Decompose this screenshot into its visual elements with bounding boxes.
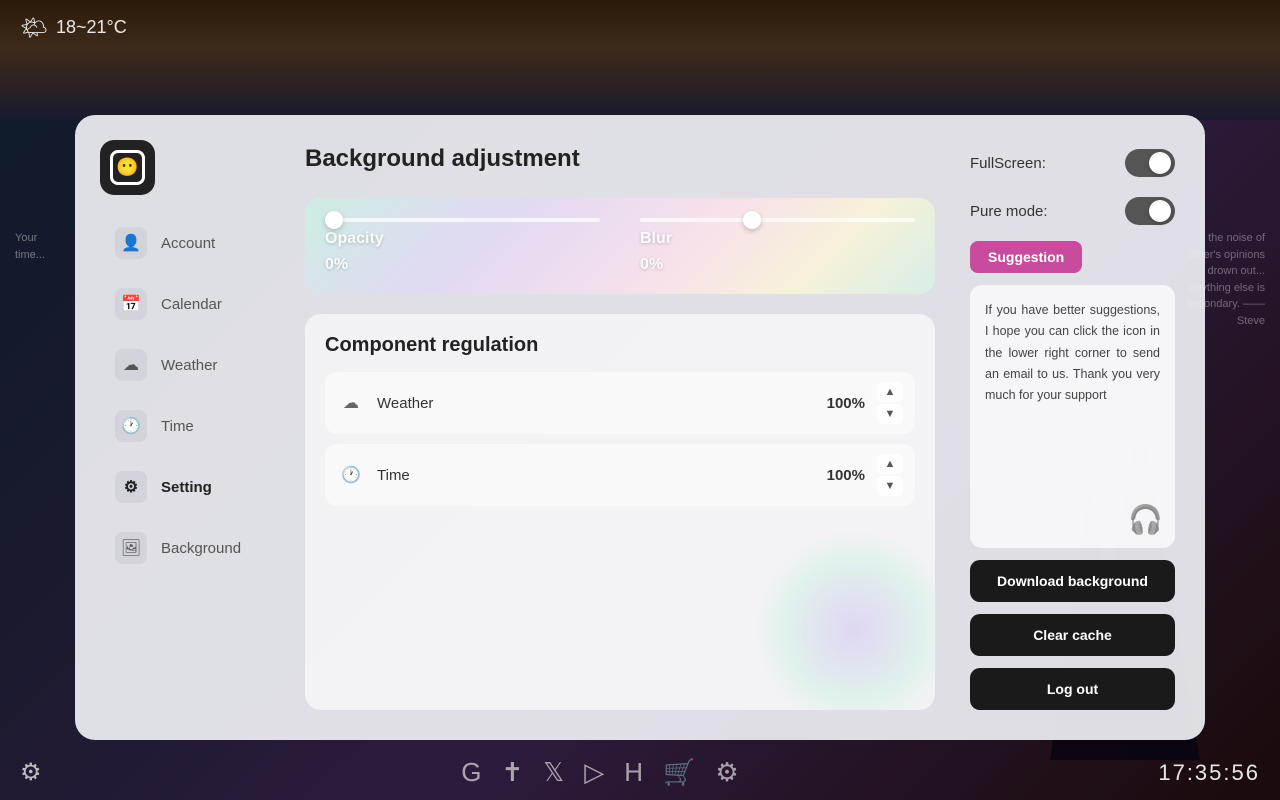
sidebar-item-time[interactable]: 🕐 Time [100,398,275,454]
background-icon: 🖼 [115,532,147,564]
component-time-row: 🕐 Time 100% ▲ ▼ [325,444,915,506]
component-weather-arrows: ▲ ▼ [877,382,903,424]
sliders-row: Opacity 0% Blur 0% [325,218,915,274]
headphone-icon: 🎧 [1128,503,1163,536]
component-weather-name: Weather [377,395,815,412]
weather-arrow-down[interactable]: ▼ [877,404,903,424]
download-background-button[interactable]: Download background [970,560,1175,602]
weather-arrow-up[interactable]: ▲ [877,382,903,402]
suggestion-text: If you have better suggestions, I hope y… [985,300,1160,406]
logo-face-icon: 😶 [116,157,138,178]
setting-icon: ⚙ [115,471,147,503]
time-label: Time [161,418,194,435]
component-weather-pct: 100% [827,395,865,412]
temperature-display: 18~21°C [56,17,127,38]
middle-panel: Background adjustment Opacity 0% Blur 0% [285,130,955,725]
right-panel: FullScreen: Pure mode: Suggestion If you… [955,130,1190,725]
time-arrow-down[interactable]: ▼ [877,476,903,496]
blur-slider-group: Blur 0% [640,218,915,274]
cart-icon[interactable]: 🛒 [663,757,695,788]
clock-display: 17:35:56 [1158,760,1260,786]
setting-label: Setting [161,479,212,496]
component-time-pct: 100% [827,467,865,484]
puremode-toggle-knob [1149,200,1171,222]
time-icon: 🕐 [115,410,147,442]
suggestion-button[interactable]: Suggestion [970,241,1082,273]
component-weather-icon: ☁ [337,389,365,417]
sidebar-item-weather[interactable]: ☁ Weather [100,337,275,393]
puremode-toggle-row: Pure mode: [970,193,1175,229]
calendar-icon: 📅 [115,288,147,320]
youtube-icon[interactable]: ▷ [584,757,604,788]
component-bg-decoration [755,530,935,710]
app-logo-inner: 😶 [110,150,145,185]
settings-gear-icon[interactable]: ⚙ [20,758,42,787]
clear-cache-button[interactable]: Clear cache [970,614,1175,656]
component-title: Component regulation [325,334,915,357]
quote-left: Your time... [15,230,70,263]
app-logo: 😶 [100,140,155,195]
fullscreen-toggle-row: FullScreen: [970,145,1175,181]
component-time-arrows: ▲ ▼ [877,454,903,496]
opacity-value: 0% [325,256,348,274]
blur-slider[interactable] [640,218,915,222]
component-time-name: Time [377,467,815,484]
logout-button[interactable]: Log out [970,668,1175,710]
calendar-label: Calendar [161,296,222,313]
fullscreen-toggle[interactable] [1125,149,1175,177]
blur-label: Blur [640,230,672,248]
fullscreen-label: FullScreen: [970,155,1046,172]
sidebar: 😶 👤 Account 📅 Calendar ☁ Weather 🕐 Time … [90,130,285,725]
opacity-slider[interactable] [325,218,600,222]
opacity-label: Opacity [325,230,384,248]
sidebar-item-setting[interactable]: ⚙ Setting [100,459,275,515]
weather-info: 🌤 18~21°C [20,15,127,41]
fullscreen-toggle-knob [1149,152,1171,174]
weather-icon: 🌤 [20,15,48,41]
weather-label: Weather [161,357,217,374]
main-panel: 😶 👤 Account 📅 Calendar ☁ Weather 🕐 Time … [75,115,1205,740]
google-icon[interactable]: G [461,757,481,788]
panel-title: Background adjustment [305,145,935,173]
puremode-label: Pure mode: [970,203,1048,220]
blur-value: 0% [640,256,663,274]
hotel-icon[interactable]: H [624,757,643,788]
sidebar-item-background[interactable]: 🖼 Background [100,520,275,576]
account-icon: 👤 [115,227,147,259]
puremode-toggle[interactable] [1125,197,1175,225]
time-arrow-up[interactable]: ▲ [877,454,903,474]
component-weather-row: ☁ Weather 100% ▲ ▼ [325,372,915,434]
bg-adjustment-card: Opacity 0% Blur 0% [305,198,935,294]
background-label: Background [161,540,241,557]
twitter-icon[interactable]: 𝕏 [543,757,564,788]
weather-nav-icon: ☁ [115,349,147,381]
opacity-slider-group: Opacity 0% [325,218,600,274]
component-time-icon: 🕐 [337,461,365,489]
topbar: 🌤 18~21°C [0,0,1280,55]
component-regulation-card: Component regulation ☁ Weather 100% ▲ ▼ … [305,314,935,710]
cross-icon[interactable]: ✝ [501,757,523,788]
sidebar-item-account[interactable]: 👤 Account [100,215,275,271]
bottom-app-icons: G ✝ 𝕏 ▷ H 🛒 ⚙ [461,757,738,788]
bottombar: ⚙ G ✝ 𝕏 ▷ H 🛒 ⚙ 17:35:56 [0,745,1280,800]
sidebar-item-calendar[interactable]: 📅 Calendar [100,276,275,332]
suggestion-card: If you have better suggestions, I hope y… [970,285,1175,548]
account-label: Account [161,235,215,252]
tools-icon[interactable]: ⚙ [715,757,738,788]
